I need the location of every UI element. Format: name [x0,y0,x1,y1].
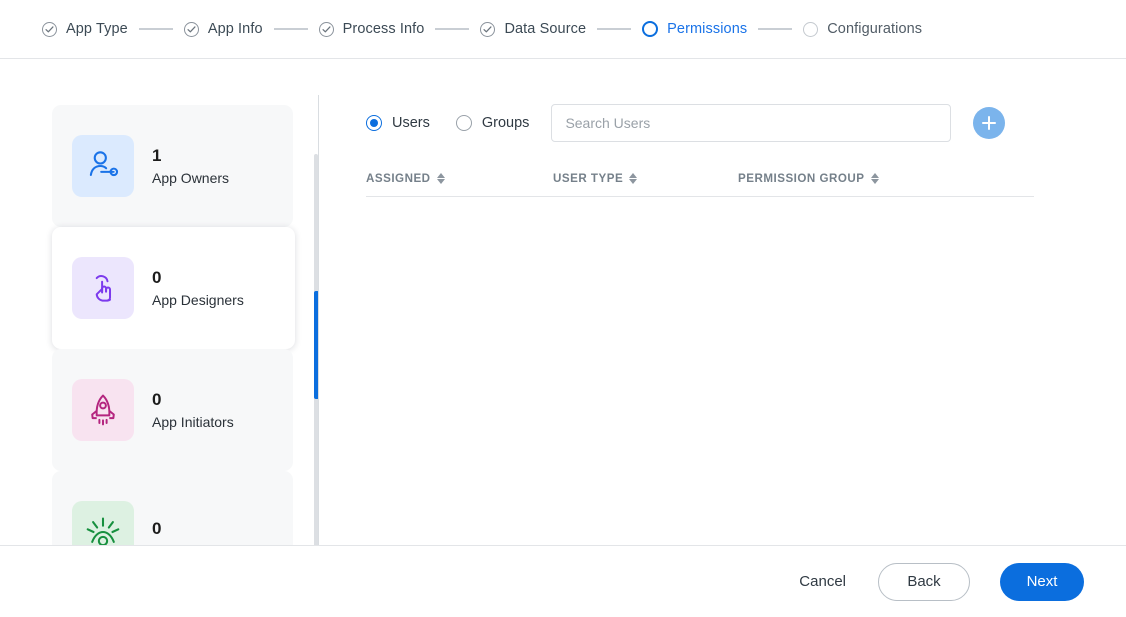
step-permissions[interactable]: Permissions [642,21,747,37]
radio-selected-icon [366,115,382,131]
column-header-permission-group[interactable]: PERMISSION GROUP [738,172,958,185]
add-user-button[interactable] [973,107,1006,139]
check-circle-icon [480,21,496,37]
step-app-info[interactable]: App Info [183,21,263,37]
role-label: App Owners [152,170,230,186]
role-card-app-designers[interactable]: 0 App Designers [52,227,295,349]
step-label: App Type [66,21,128,37]
step-data-source[interactable]: Data Source [480,21,586,37]
wizard-body: 1 App Owners 0 App Designers 0 App Initi… [0,59,1126,545]
step-label: Data Source [504,21,587,37]
step-process-info[interactable]: Process Info [318,21,425,37]
step-label: Configurations [827,21,923,37]
check-circle-icon [42,21,57,37]
wizard-stepper: App Type App Info Process Info Data Sour… [0,0,1126,59]
role-count: 0 [152,268,162,287]
step-connector [273,28,308,30]
wizard-footer: Cancel Back Next [0,545,1126,617]
role-cards-panel: 1 App Owners 0 App Designers 0 App Initi… [0,59,318,545]
empty-circle-icon [803,21,819,37]
step-connector [758,28,793,30]
step-app-type[interactable]: App Type [42,21,128,37]
column-header-user-type[interactable]: USER TYPE [553,172,738,185]
role-card-app-owners[interactable]: 1 App Owners [52,105,293,227]
role-count: 1 [152,146,162,165]
table-body-empty [366,197,1034,497]
role-card-app-initiators[interactable]: 0 App Initiators [52,349,293,471]
permissions-toolbar: Users Groups [366,104,1126,142]
step-configurations[interactable]: Configurations [803,21,922,37]
sort-arrows-icon [629,172,638,185]
step-label: Permissions [667,21,748,37]
role-count: 0 [152,519,162,538]
column-label: ASSIGNED [366,172,431,185]
column-label: USER TYPE [553,172,624,185]
tap-hand-icon [72,257,134,319]
assignments-table: ASSIGNED USER TYPE PERMISSION GROUP [366,172,1034,497]
cancel-button[interactable]: Cancel [797,569,848,594]
entity-type-radio-group: Users Groups [366,115,529,131]
step-connector [138,28,173,30]
step-label: Process Info [342,21,425,37]
check-circle-icon [183,21,199,37]
radio-groups[interactable]: Groups [455,115,530,131]
user-key-icon [72,135,134,197]
role-label: App Initiators [152,414,234,430]
plus-icon [982,116,997,130]
ring-circle-icon [642,21,659,37]
table-header-row: ASSIGNED USER TYPE PERMISSION GROUP [366,172,1034,197]
radio-users[interactable]: Users [366,115,430,131]
role-cards-list: 1 App Owners 0 App Designers 0 App Initi… [52,105,318,545]
step-connector [597,28,632,30]
radio-label: Groups [481,115,530,131]
next-button[interactable]: Next [1000,562,1084,601]
eye-rays-icon [72,501,134,545]
back-button[interactable]: Back [878,562,970,601]
column-label: PERMISSION GROUP [738,172,865,185]
rocket-icon [72,379,134,441]
sort-arrows-icon [436,172,445,185]
check-circle-icon [318,21,334,37]
search-input[interactable] [551,104,952,142]
step-label: App Info [207,21,263,37]
radio-unselected-icon [455,115,472,131]
column-header-assigned[interactable]: ASSIGNED [366,172,553,185]
role-card-viewers[interactable]: 0 [52,471,293,545]
role-count: 0 [152,390,162,409]
sort-arrows-icon [870,172,879,185]
permissions-panel: Users Groups ASSIGNED [318,59,1126,545]
step-connector [435,28,470,30]
role-label: App Designers [152,292,244,308]
radio-label: Users [392,115,430,131]
